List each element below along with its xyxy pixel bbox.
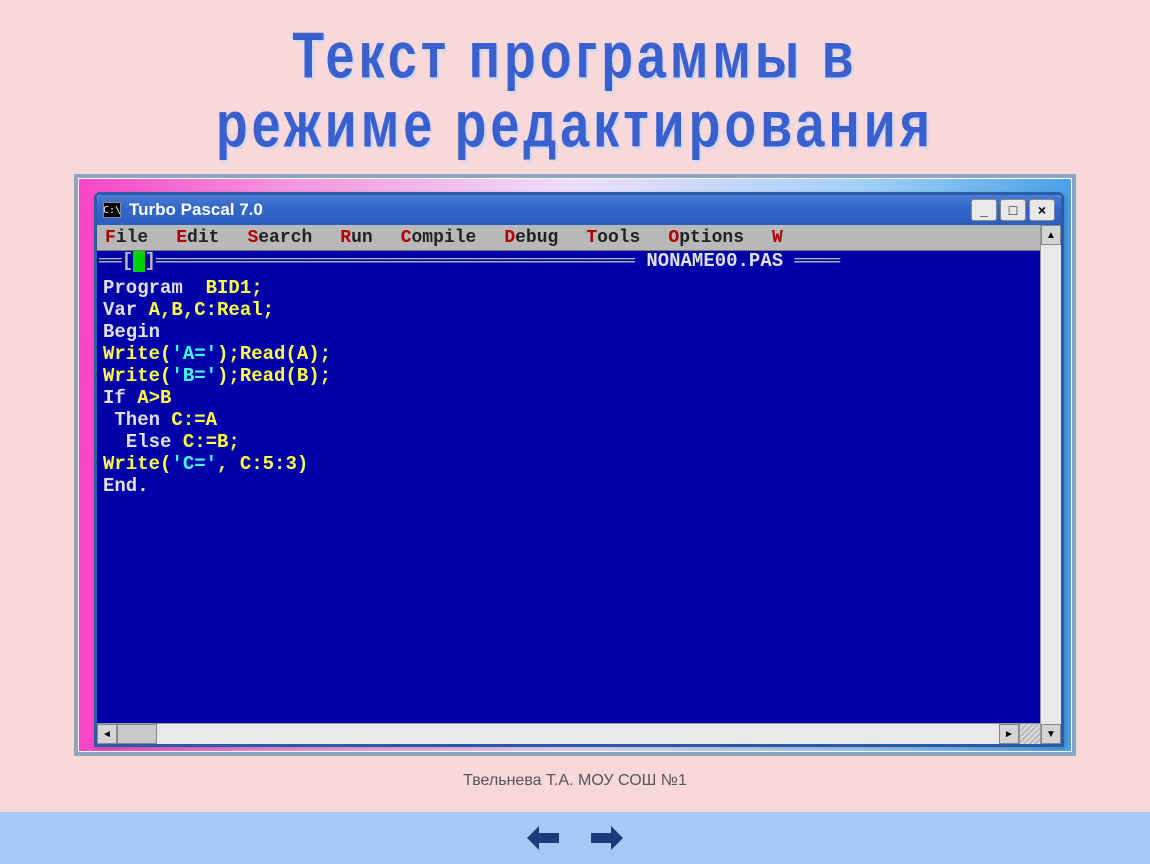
code-line: Else C:=B;	[103, 431, 1034, 453]
menu-item-tools[interactable]: Tools	[586, 228, 640, 248]
maximize-button[interactable]: □	[1000, 199, 1026, 221]
code-line: Write('B=');Read(B);	[103, 365, 1034, 387]
minimize-button[interactable]: _	[971, 199, 997, 221]
scroll-track-v[interactable]	[1041, 245, 1061, 724]
menu-item-w[interactable]: W	[772, 228, 783, 248]
menu-item-file[interactable]: File	[105, 228, 148, 248]
editor-frame-top: ══[▪]═══════════════════════════════════…	[97, 251, 1040, 271]
footer-credit: Твельнева Т.А. МОУ СОШ №1	[0, 772, 1150, 790]
scroll-left-icon[interactable]: ◄	[97, 724, 117, 744]
horizontal-scrollbar[interactable]: ◄ ►	[97, 723, 1019, 744]
code-line: If A>B	[103, 387, 1034, 409]
code-line: Write('A=');Read(A);	[103, 343, 1034, 365]
code-line: Begin	[103, 321, 1034, 343]
scroll-up-icon[interactable]: ▲	[1041, 225, 1061, 245]
scroll-right-icon[interactable]: ►	[999, 724, 1019, 744]
menu-item-run[interactable]: Run	[340, 228, 372, 248]
slide-title: Текст программы в режиме редактирования	[0, 0, 1150, 159]
scroll-track[interactable]	[117, 724, 999, 744]
frame-cursor-icon: ▪	[133, 251, 144, 272]
title-line-1: Текст программы в	[0, 23, 1150, 91]
code-line: Var A,B,C:Real;	[103, 299, 1034, 321]
scroll-down-icon[interactable]: ▼	[1041, 724, 1061, 744]
titlebar[interactable]: C:\ Turbo Pascal 7.0 _ □ ×	[97, 195, 1061, 225]
window-buttons: _ □ ×	[971, 199, 1055, 221]
editor-filename: NONAME00.PAS	[646, 251, 783, 272]
console-icon: C:\	[103, 202, 121, 218]
menu-item-edit[interactable]: Edit	[176, 228, 219, 248]
menu-item-options[interactable]: Options	[668, 228, 744, 248]
code-line: Then C:=A	[103, 409, 1034, 431]
nav-bar	[0, 812, 1150, 864]
code-line: End.	[103, 475, 1034, 497]
gradient-frame: C:\ Turbo Pascal 7.0 _ □ × File Edit Searc…	[74, 174, 1076, 756]
arrow-left-icon	[525, 824, 561, 852]
vertical-scrollbar[interactable]: ▲ ▼	[1040, 225, 1061, 744]
code-line: Write('C=', C:5:3)	[103, 453, 1034, 475]
title-line-2: режиме редактирования	[0, 91, 1150, 159]
menubar: File Edit Search Run Compile Debug Tools Option…	[97, 225, 1040, 251]
menu-item-debug[interactable]: Debug	[504, 228, 558, 248]
code-line: Program BID1;	[103, 277, 1034, 299]
window-title: Turbo Pascal 7.0	[129, 200, 971, 220]
prev-button[interactable]	[523, 823, 563, 853]
arrow-right-icon	[589, 824, 625, 852]
code-block[interactable]: Program BID1;Var A,B,C:Real;BeginWrite('…	[97, 271, 1040, 497]
scroll-thumb[interactable]	[117, 724, 157, 744]
close-button[interactable]: ×	[1029, 199, 1055, 221]
next-button[interactable]	[587, 823, 627, 853]
editor-area[interactable]: ══[▪]═══════════════════════════════════…	[97, 251, 1040, 723]
resize-grip-icon[interactable]	[1019, 723, 1040, 744]
menu-item-search[interactable]: Search	[247, 228, 312, 248]
app-window: C:\ Turbo Pascal 7.0 _ □ × File Edit Searc…	[94, 192, 1064, 747]
menu-item-compile[interactable]: Compile	[401, 228, 477, 248]
